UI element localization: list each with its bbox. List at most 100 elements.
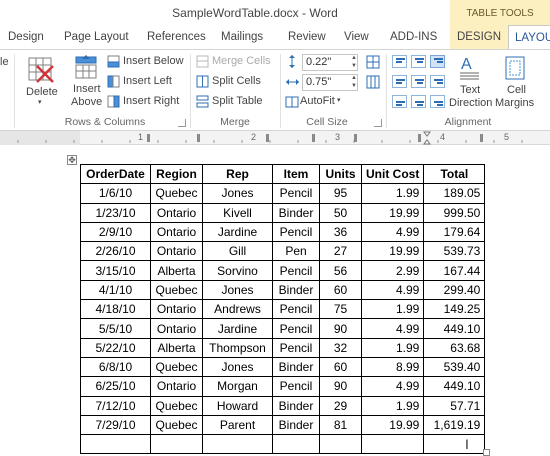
table-cell[interactable]: Ontario — [150, 241, 203, 262]
distribute-rows-icon[interactable] — [366, 55, 380, 74]
table-cell[interactable]: 1/6/10 — [80, 183, 151, 204]
header-rep[interactable]: Rep — [202, 163, 273, 185]
table-resize-handle-icon[interactable] — [483, 449, 490, 456]
table-cell[interactable]: 1.99 — [360, 395, 425, 416]
table-cell[interactable]: 90 — [319, 376, 362, 397]
table-cell[interactable]: 2/9/10 — [80, 221, 151, 243]
table-cell[interactable]: Binder — [272, 414, 320, 436]
table-cell[interactable]: 539.40 — [423, 356, 486, 378]
cell-margins-label-1[interactable]: Cell — [507, 84, 526, 96]
table-cell[interactable]: 179.64 — [423, 221, 486, 243]
table-cell[interactable]: Jones — [202, 356, 273, 378]
split-cells-icon[interactable] — [196, 75, 209, 93]
table-cell[interactable]: Howard — [202, 395, 273, 416]
horizontal-ruler[interactable]: 1 2 3 4 5 — [0, 131, 550, 145]
row-height-spinner-icon[interactable]: ▲ ▼ — [350, 54, 358, 71]
insert-above-label-2[interactable]: Above — [71, 96, 102, 108]
table-cell[interactable]: Andrews — [202, 299, 273, 320]
table-cell[interactable]: 50 — [319, 202, 362, 223]
table-cell[interactable]: Gill — [202, 241, 273, 262]
table-cell[interactable]: 149.25 — [423, 299, 486, 320]
text-direction-label-1[interactable]: Text — [460, 84, 480, 96]
table-cell[interactable]: 5/5/10 — [80, 318, 151, 339]
cell-size-launcher-icon[interactable] — [374, 119, 382, 127]
tab-mailings[interactable]: Mailings — [221, 25, 263, 49]
split-table-button[interactable]: Split Table — [212, 95, 263, 107]
cell-margins-icon[interactable] — [503, 54, 527, 82]
table-cell[interactable]: 7/29/10 — [80, 414, 151, 436]
align-bottom-center-icon[interactable] — [411, 95, 426, 108]
insert-right-icon[interactable] — [107, 95, 120, 113]
tab-view[interactable]: View — [344, 25, 369, 49]
tab-table-design[interactable]: DESIGN — [450, 25, 508, 49]
table-cell[interactable]: Pencil — [272, 376, 320, 397]
table-cell[interactable]: Quebec — [150, 414, 203, 436]
table-cell[interactable]: Quebec — [150, 356, 203, 378]
tab-page-layout[interactable]: Page Layout — [64, 25, 129, 49]
table-cell[interactable]: Jones — [202, 183, 273, 204]
table-cell[interactable]: 449.10 — [423, 376, 486, 397]
autofit-dropdown-arrow-icon[interactable]: ▾ — [337, 96, 341, 104]
insert-below-icon[interactable] — [107, 55, 120, 73]
table-cell[interactable]: Quebec — [150, 395, 203, 416]
table-cell[interactable]: 189.05 — [423, 183, 486, 204]
table-cell[interactable]: 2.99 — [360, 260, 425, 281]
data-table[interactable]: OrderDate Region Rep Item Units Unit Cos… — [80, 163, 486, 455]
insert-above-label-1[interactable]: Insert — [73, 83, 101, 95]
table-cell[interactable]: Pencil — [272, 299, 320, 320]
table-move-handle-icon[interactable]: ✥ — [67, 155, 77, 165]
align-top-right-icon[interactable] — [430, 55, 445, 68]
table-cell[interactable]: Ontario — [150, 221, 203, 243]
table-cell[interactable]: 1.99 — [360, 183, 425, 204]
split-cells-button[interactable]: Split Cells — [212, 75, 261, 87]
rows-columns-launcher-icon[interactable] — [178, 119, 186, 127]
table-cell[interactable]: 36 — [319, 221, 362, 243]
delete-button[interactable]: Delete — [26, 86, 58, 98]
table-cell[interactable]: 6/25/10 — [80, 376, 151, 397]
table-cell[interactable]: 19.99 — [360, 414, 425, 436]
table-cell[interactable]: 449.10 — [423, 318, 486, 339]
table-cell[interactable]: Binder — [272, 395, 320, 416]
table-cell[interactable]: 63.68 — [423, 337, 486, 358]
table-cell[interactable]: Pencil — [272, 337, 320, 358]
distribute-columns-icon[interactable] — [366, 75, 380, 94]
table-cell[interactable]: Pencil — [272, 221, 320, 243]
autofit-button[interactable]: AutoFit — [300, 95, 335, 107]
tab-table-layout[interactable]: LAYOUT — [508, 25, 550, 50]
insert-right-button[interactable]: Insert Right — [123, 95, 179, 107]
table-cell[interactable]: 539.73 — [423, 241, 486, 262]
column-width-spinner-icon[interactable]: ▲ ▼ — [350, 74, 358, 91]
table-cell[interactable]: Parent — [202, 414, 273, 436]
align-center-left-icon[interactable] — [392, 75, 407, 88]
delete-dropdown-arrow-icon[interactable]: ▾ — [38, 98, 42, 106]
table-cell[interactable]: 6/8/10 — [80, 356, 151, 378]
cell-margins-label-2[interactable]: Margins — [495, 97, 534, 109]
table-cell[interactable]: Pencil — [272, 183, 320, 204]
header-orderdate[interactable]: OrderDate — [80, 163, 151, 185]
align-center-right-icon[interactable] — [430, 75, 445, 88]
table-cell[interactable] — [319, 434, 362, 455]
table-cell[interactable] — [202, 434, 273, 455]
table-cell[interactable]: 75 — [319, 299, 362, 320]
header-unit-cost[interactable]: Unit Cost — [360, 163, 425, 185]
table-cell[interactable] — [423, 434, 486, 455]
table-cell[interactable]: Pencil — [272, 260, 320, 281]
header-item[interactable]: Item — [272, 163, 320, 185]
table-cell[interactable]: 299.40 — [423, 279, 486, 301]
insert-left-button[interactable]: Insert Left — [123, 75, 172, 87]
split-table-icon[interactable] — [196, 95, 209, 113]
table-cell[interactable]: 4.99 — [360, 221, 425, 243]
table-cell[interactable]: 1/23/10 — [80, 202, 151, 223]
table-cell[interactable] — [360, 434, 425, 455]
table-cell[interactable]: 4/1/10 — [80, 279, 151, 301]
table-cell[interactable]: 29 — [319, 395, 362, 416]
table-cell[interactable]: 90 — [319, 318, 362, 339]
header-units[interactable]: Units — [319, 163, 362, 185]
table-cell[interactable]: 1,619.19 — [423, 414, 486, 436]
table-cell[interactable]: 4.99 — [360, 318, 425, 339]
table-cell[interactable]: 1.99 — [360, 299, 425, 320]
header-total[interactable]: Total — [423, 163, 486, 185]
table-cell[interactable]: 2/26/10 — [80, 241, 151, 262]
merge-cells-button[interactable]: Merge Cells — [212, 55, 271, 67]
tab-references[interactable]: References — [147, 25, 206, 49]
